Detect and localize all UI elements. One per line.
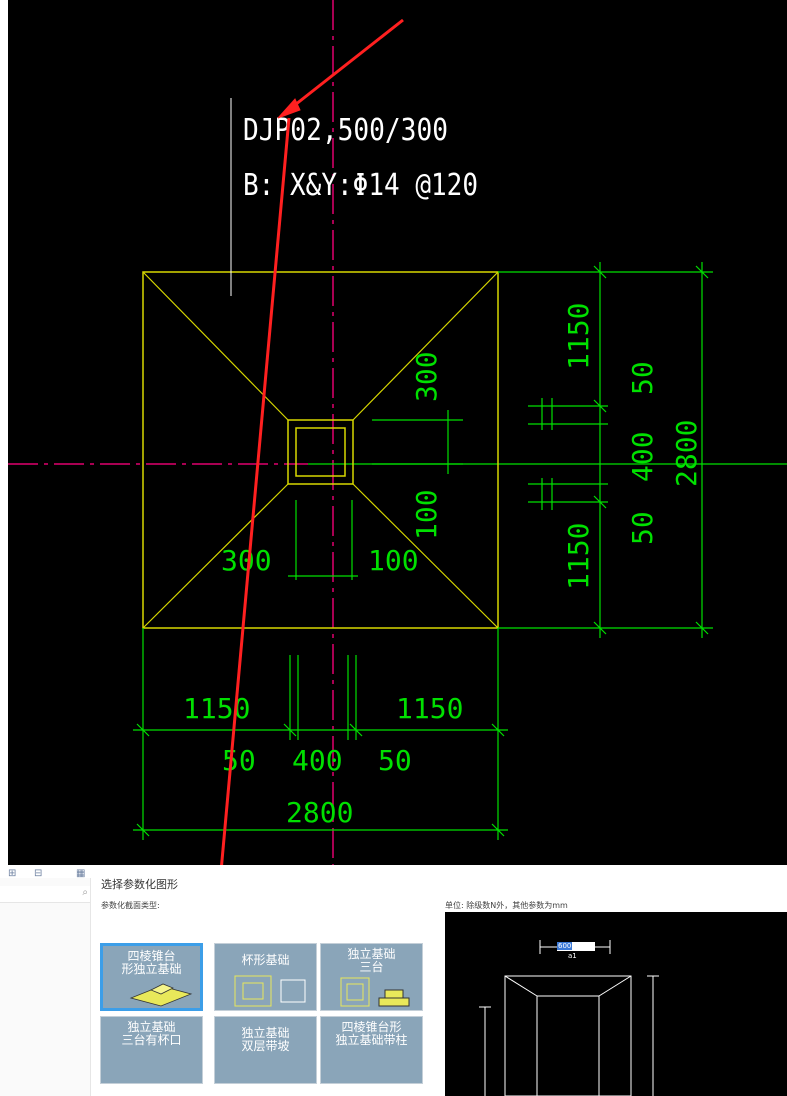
dim-inner-100-right: 100 [410, 489, 443, 540]
dim-right-50-bottom: 50 [626, 511, 659, 545]
param-a1-label: a1 [568, 952, 577, 960]
dim-inner-300-top: 300 [410, 351, 443, 402]
right-dimensions [372, 262, 713, 638]
preview-drawing [479, 940, 659, 1096]
bottom-dimensions [133, 500, 508, 840]
tile-pyramid-footing[interactable]: 四棱锥台 形独立基础 [100, 943, 203, 1011]
dim-inner-100-bottom: 100 [368, 544, 419, 577]
dim-bottom-400: 400 [292, 744, 343, 777]
tile-three-step-cup[interactable]: 独立基础 三台有杯口 [100, 1016, 203, 1084]
cup-footing-icon [234, 975, 306, 1007]
param-a1-value[interactable]: 600 [557, 942, 573, 950]
unit-label: 单位: 除级数N外，其他参数为mm [445, 901, 568, 910]
preview-canvas: 600 a1 [445, 912, 787, 1096]
dim-right-top: 1150 [562, 303, 595, 370]
dim-right-400: 400 [626, 431, 659, 482]
cad-drawing: DJP02,500/300 B: X&Y:Φ14 @120 1150 1150 … [8, 0, 787, 865]
dim-bottom-1150-right: 1150 [396, 692, 463, 725]
tile-three-step-footing[interactable]: 独立基础 三台 [320, 943, 423, 1011]
tile-double-slope[interactable]: 独立基础 双层带坡 [214, 1016, 317, 1084]
dialog-title: 选择参数化图形 [101, 878, 178, 891]
tile-label: 独立基础 双层带坡 [241, 1026, 290, 1053]
label-line2: B: X&Y:Φ14 @120 [243, 168, 478, 203]
dim-bottom-50-left: 50 [222, 744, 256, 777]
tile-pyramid-with-column[interactable]: 四棱锥台形 独立基础带柱 [320, 1016, 423, 1084]
three-step-footing-icon [340, 977, 410, 1007]
search-icon: ⌕ [82, 887, 88, 898]
left-search-input[interactable]: ⌕ [0, 886, 90, 903]
tile-cup-footing[interactable]: 杯形基础 [214, 943, 317, 1011]
param-a1-input[interactable]: 600 [557, 942, 595, 951]
dim-bottom-1150-left: 1150 [183, 692, 250, 725]
pyramid-footing-icon [129, 983, 193, 1007]
tile-label: 独立基础 三台有杯口 [121, 1020, 182, 1047]
left-panel [0, 878, 91, 1096]
dim-bottom-total: 2800 [286, 796, 353, 829]
section-type-label: 参数化截面类型: [101, 901, 160, 910]
tile-label: 四棱锥台形 独立基础带柱 [335, 1020, 408, 1047]
dim-right-50-top: 50 [626, 361, 659, 395]
dim-inner-300-left: 300 [221, 544, 272, 577]
dim-right-bottom: 1150 [562, 523, 595, 590]
cad-canvas[interactable]: DJP02,500/300 B: X&Y:Φ14 @120 1150 1150 … [8, 0, 787, 865]
dim-bottom-50-right: 50 [378, 744, 412, 777]
column-outer [287, 419, 354, 485]
column-inner [295, 427, 346, 477]
label-line1: DJP02,500/300 [243, 113, 448, 148]
dim-right-total: 2800 [670, 420, 703, 487]
